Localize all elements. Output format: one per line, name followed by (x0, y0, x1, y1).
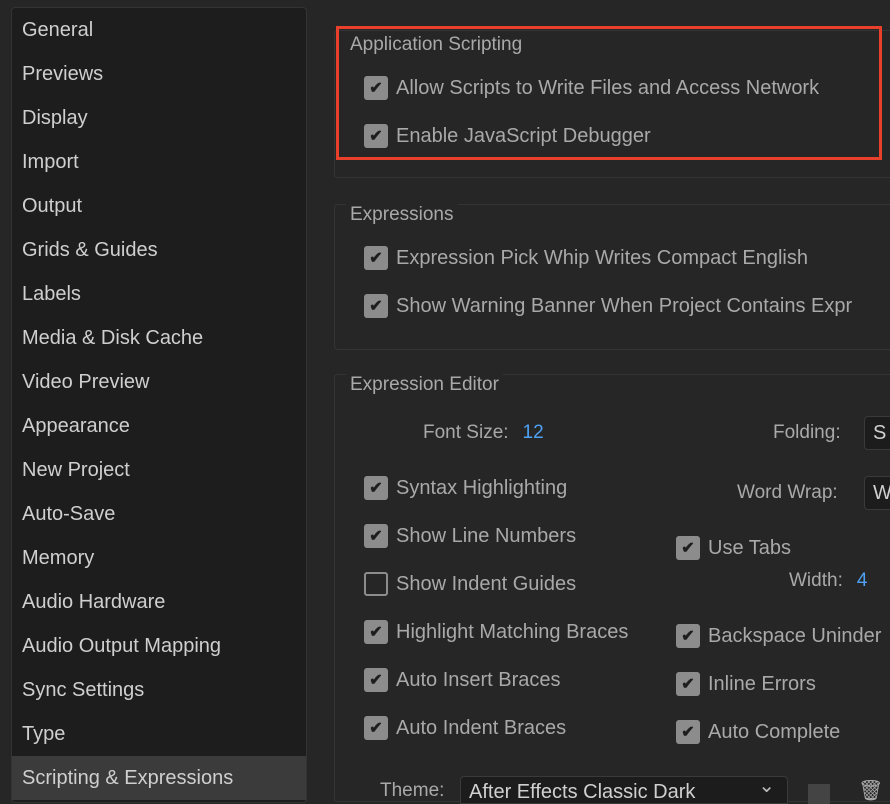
empty-checkbox-icon (364, 572, 388, 596)
theme-value: After Effects Classic Dark (469, 781, 696, 803)
folding-select[interactable]: S (864, 416, 890, 450)
highlight-box (336, 26, 882, 160)
theme-select[interactable]: After Effects Classic Dark ⌄ (460, 776, 788, 804)
sidebar-item[interactable]: Audio Hardware (12, 580, 306, 624)
font-size-label: Font Size: (423, 422, 509, 443)
editor-option-checkbox[interactable]: ✔ Auto Complete (676, 720, 840, 744)
editor-option-checkbox[interactable]: ✔ Auto Indent Braces (364, 716, 566, 740)
sidebar-item[interactable]: New Project (12, 448, 306, 492)
option-label: Auto Insert Braces (396, 668, 561, 691)
editor-option-checkbox[interactable]: ✔ Syntax Highlighting (364, 476, 567, 500)
tab-width-field: Width: 4 (789, 570, 867, 592)
checkmark-icon: ✔ (364, 246, 388, 270)
editor-option-checkbox[interactable]: ✔ Auto Insert Braces (364, 668, 561, 692)
checkmark-icon: ✔ (676, 672, 700, 696)
option-label: Syntax Highlighting (396, 476, 568, 499)
sidebar-item[interactable]: Video Preview (12, 360, 306, 404)
sidebar-item[interactable]: Labels (12, 272, 306, 316)
checkmark-icon: ✔ (364, 668, 388, 692)
theme-label: Theme: (380, 780, 445, 801)
sidebar-item[interactable]: Auto-Save (12, 492, 306, 536)
editor-option-checkbox[interactable]: ✔ Inline Errors (676, 672, 816, 696)
width-label: Width: (789, 570, 843, 591)
checkmark-icon: ✔ (364, 476, 388, 500)
trash-icon[interactable]: 🗑 (858, 780, 883, 802)
sidebar-item[interactable]: Previews (12, 52, 306, 96)
pick-whip-label: Expression Pick Whip Writes Compact Engl… (396, 246, 808, 269)
checkmark-icon: ✔ (676, 624, 700, 648)
sidebar-item[interactable]: Import (12, 140, 306, 184)
font-size-value[interactable]: 12 (523, 422, 544, 443)
width-value[interactable]: 4 (857, 570, 868, 591)
sidebar-item[interactable]: Appearance (12, 404, 306, 448)
option-label: Use Tabs (708, 536, 792, 559)
warning-banner-checkbox[interactable]: ✔ Show Warning Banner When Project Contai… (364, 294, 852, 318)
option-label: Inline Errors (708, 672, 816, 695)
expression-editor-title: Expression Editor (346, 374, 503, 396)
option-label: Auto Indent Braces (396, 716, 567, 739)
checkmark-icon: ✔ (364, 524, 388, 548)
preferences-sidebar: General Previews Display Import Output Grids … (11, 7, 307, 803)
sidebar-item[interactable]: Grids & Guides (12, 228, 306, 272)
font-size-field: Font Size: 12 (423, 422, 544, 444)
checkmark-icon: ✔ (364, 716, 388, 740)
sidebar-item[interactable]: General (12, 8, 306, 52)
checkmark-icon: ✔ (364, 294, 388, 318)
editor-option-checkbox[interactable]: ✔ Backspace Uninder (676, 624, 881, 648)
option-label: Show Indent Guides (396, 572, 577, 595)
sidebar-item[interactable]: Audio Output Mapping (12, 624, 306, 668)
editor-option-checkbox[interactable]: ✔ Highlight Matching Braces (364, 620, 628, 644)
option-label: Highlight Matching Braces (396, 620, 629, 643)
option-label: Show Line Numbers (396, 524, 577, 547)
new-theme-icon[interactable] (808, 784, 830, 804)
editor-option-checkbox[interactable]: Show Indent Guides (364, 572, 576, 596)
folding-label: Folding: (773, 422, 841, 443)
option-label: Auto Complete (708, 720, 841, 743)
sidebar-item[interactable]: Sync Settings (12, 668, 306, 712)
sidebar-item[interactable]: Type (12, 712, 306, 756)
pick-whip-checkbox[interactable]: ✔ Expression Pick Whip Writes Compact Eng… (364, 246, 808, 270)
sidebar-item[interactable]: Scripting & Expressions (12, 756, 306, 800)
checkmark-icon: ✔ (676, 720, 700, 744)
option-label: Backspace Uninder (708, 624, 882, 647)
editor-option-checkbox[interactable]: ✔ Use Tabs (676, 536, 791, 560)
sidebar-item[interactable]: Media & Disk Cache (12, 316, 306, 360)
sidebar-item[interactable]: Memory (12, 536, 306, 580)
warning-banner-label: Show Warning Banner When Project Contain… (396, 294, 853, 317)
word-wrap-label: Word Wrap: (737, 482, 838, 503)
sidebar-item[interactable]: Display (12, 96, 306, 140)
editor-option-checkbox[interactable]: ✔ Show Line Numbers (364, 524, 576, 548)
checkmark-icon: ✔ (364, 620, 388, 644)
chevron-down-icon: ⌄ (758, 776, 775, 797)
expressions-title: Expressions (346, 204, 458, 226)
sidebar-item[interactable]: Output (12, 184, 306, 228)
checkmark-icon: ✔ (676, 536, 700, 560)
word-wrap-select[interactable]: W (864, 476, 890, 510)
